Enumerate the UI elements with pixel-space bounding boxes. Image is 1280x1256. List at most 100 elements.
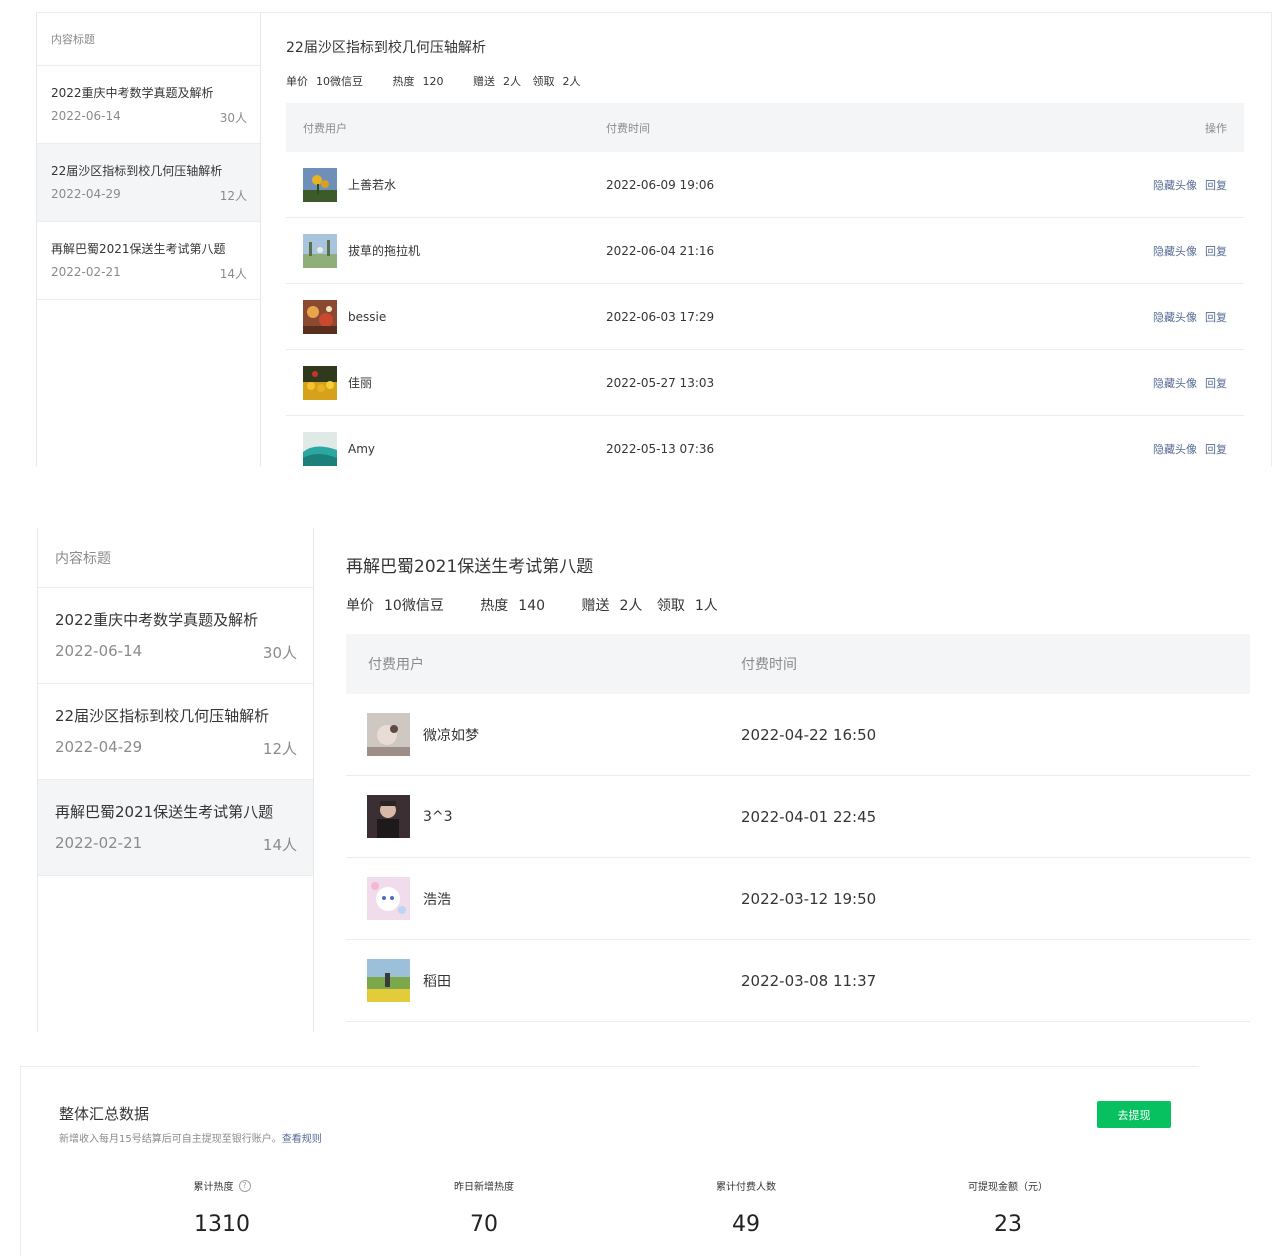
stat-total-payers: 累计付费人数 49 <box>646 1175 846 1237</box>
user-avatar <box>303 167 337 202</box>
hide-avatar-link[interactable]: 隐藏头像 <box>1153 177 1197 193</box>
view-rules-link[interactable]: 查看规则 <box>282 1134 322 1145</box>
paid-list-panel-1: 内容标题 2022重庆中考数学真题及解析 2022-06-14 30人 22届沙… <box>36 12 1272 466</box>
stat-withdrawable: 可提现金额（元） 23 <box>908 1175 1108 1237</box>
table-row: 稻田 2022-03-08 11:37 <box>346 940 1250 1022</box>
paid-time: 2022-06-03 17:29 <box>606 309 715 324</box>
stat-value: 23 <box>994 1212 1022 1237</box>
sidebar-item-chongqing-exam[interactable]: 2022重庆中考数学真题及解析 2022-06-14 30人 <box>38 588 313 684</box>
user-name: 浩浩 <box>423 891 451 908</box>
sidebar-item-date: 2022-02-21 <box>55 833 143 852</box>
content-title: 22届沙区指标到校几何压轴解析 <box>286 40 486 56</box>
reply-link[interactable]: 回复 <box>1205 375 1227 391</box>
sidebar-header: 内容标题 <box>38 528 313 588</box>
paid-time: 2022-03-08 11:37 <box>741 971 877 990</box>
stat-label: 昨日新增热度 <box>454 1182 514 1193</box>
paid-time: 2022-03-12 19:50 <box>741 889 877 908</box>
sidebar-item-title: 22届沙区指标到校几何压轴解析 <box>51 163 223 178</box>
paid-list-panel-2: 内容标题 2022重庆中考数学真题及解析 2022-06-14 30人 22届沙… <box>37 528 1250 1032</box>
sidebar-item-shaqu-geometry[interactable]: 22届沙区指标到校几何压轴解析 2022-04-29 12人 <box>37 144 260 222</box>
summary-description: 新增收入每月15号结算后可自主提现至银行账户。查看规则 <box>59 1130 322 1145</box>
sidebar-item-bashu-exam[interactable]: 再解巴蜀2021保送生考试第八题 2022-02-21 14人 <box>38 780 313 876</box>
table-row: 佳丽 2022-05-27 13:03 隐藏头像 回复 <box>286 350 1244 416</box>
table-row: bessie 2022-06-03 17:29 隐藏头像 回复 <box>286 284 1244 350</box>
gift-label: 赠送 <box>581 598 610 614</box>
hide-avatar-link[interactable]: 隐藏头像 <box>1153 441 1197 457</box>
user-name: 拔草的拖拉机 <box>348 244 421 258</box>
user-name: 上善若水 <box>348 178 397 192</box>
hide-avatar-link[interactable]: 隐藏头像 <box>1153 243 1197 259</box>
table-row: 浩浩 2022-03-12 19:50 <box>346 858 1250 940</box>
table-row: 拔草的拖拉机 2022-06-04 21:16 隐藏头像 回复 <box>286 218 1244 284</box>
withdraw-button[interactable]: 去提现 <box>1097 1101 1171 1128</box>
user-name: 微凉如梦 <box>423 727 479 744</box>
table-row: 3^3 2022-04-01 22:45 <box>346 776 1250 858</box>
user-name: Amy <box>348 441 375 456</box>
user-avatar <box>367 959 410 1002</box>
sidebar-item-count: 12人 <box>219 188 247 203</box>
user-avatar <box>303 365 337 400</box>
sidebar-item-chongqing-exam[interactable]: 2022重庆中考数学真题及解析 2022-06-14 30人 <box>37 66 260 144</box>
reply-link[interactable]: 回复 <box>1205 243 1227 259</box>
table-header: 付费用户 付费时间 操作 <box>286 103 1244 152</box>
hide-avatar-link[interactable]: 隐藏头像 <box>1153 375 1197 391</box>
paid-time: 2022-06-04 21:16 <box>606 243 715 258</box>
column-header-time: 付费时间 <box>741 657 797 673</box>
claim-value: 1人 <box>694 598 718 614</box>
claim-value: 2人 <box>562 75 581 88</box>
stat-label: 累计付费人数 <box>716 1182 776 1193</box>
claim-label: 领取 <box>656 598 685 614</box>
user-avatar <box>303 431 337 466</box>
column-header-ops: 操作 <box>1205 121 1227 135</box>
sidebar-item-title: 再解巴蜀2021保送生考试第八题 <box>55 802 274 821</box>
content-stats: 单价 10微信豆 热度 140 赠送 2人 领取 1人 <box>346 595 1250 615</box>
sidebar-item-count: 30人 <box>219 110 247 125</box>
column-header-user: 付费用户 <box>303 121 347 135</box>
sidebar-item-title: 再解巴蜀2021保送生考试第八题 <box>51 241 226 256</box>
summary-title: 整体汇总数据 <box>59 1105 150 1123</box>
column-header-user: 付费用户 <box>368 657 424 673</box>
user-avatar <box>303 233 337 268</box>
sidebar-item-title: 22届沙区指标到校几何压轴解析 <box>55 706 270 725</box>
reply-link[interactable]: 回复 <box>1205 309 1227 325</box>
reply-link[interactable]: 回复 <box>1205 177 1227 193</box>
gift-label: 赠送 <box>473 75 495 88</box>
sidebar-item-count: 14人 <box>219 266 247 281</box>
price-label: 单价 <box>286 75 308 88</box>
sidebar-item-count: 30人 <box>262 643 297 662</box>
help-icon[interactable]: ? <box>238 1179 251 1192</box>
user-avatar <box>303 299 337 334</box>
table-row: 上善若水 2022-06-09 19:06 隐藏头像 回复 <box>286 152 1244 218</box>
user-name: 佳丽 <box>348 376 373 390</box>
sidebar-item-count: 14人 <box>262 835 297 854</box>
content-sidebar: 内容标题 2022重庆中考数学真题及解析 2022-06-14 30人 22届沙… <box>36 13 261 466</box>
paid-time: 2022-05-27 13:03 <box>606 375 715 390</box>
claim-label: 领取 <box>532 75 555 88</box>
stat-total-heat: 累计热度 ? 1310 <box>122 1175 322 1237</box>
heat-label: 热度 <box>392 75 415 88</box>
sidebar-item-shaqu-geometry[interactable]: 22届沙区指标到校几何压轴解析 2022-04-29 12人 <box>38 684 313 780</box>
heat-value: 120 <box>422 75 444 88</box>
stat-value: 49 <box>732 1212 760 1237</box>
sidebar-item-date: 2022-04-29 <box>51 186 121 201</box>
hide-avatar-link[interactable]: 隐藏头像 <box>1153 309 1197 325</box>
reply-link[interactable]: 回复 <box>1205 441 1227 457</box>
stat-label: 可提现金额（元） <box>968 1182 1048 1193</box>
paid-time: 2022-05-13 07:36 <box>606 441 715 456</box>
price-label: 单价 <box>346 598 374 614</box>
sidebar-header: 内容标题 <box>37 13 260 66</box>
sidebar-item-title: 2022重庆中考数学真题及解析 <box>55 610 259 629</box>
content-stats: 单价 10微信豆 热度 120 赠送 2人 领取 2人 <box>286 73 1244 89</box>
paid-time: 2022-06-09 19:06 <box>606 177 715 192</box>
stat-value: 70 <box>470 1212 498 1237</box>
user-avatar <box>367 877 410 920</box>
stat-yesterday-heat: 昨日新增热度 70 <box>384 1175 584 1237</box>
content-title: 再解巴蜀2021保送生考试第八题 <box>346 557 594 577</box>
content-sidebar: 内容标题 2022重庆中考数学真题及解析 2022-06-14 30人 22届沙… <box>37 528 314 1032</box>
sidebar-item-date: 2022-04-29 <box>55 737 143 756</box>
gift-value: 2人 <box>619 598 643 614</box>
paid-time: 2022-04-22 16:50 <box>741 725 877 744</box>
sidebar-item-bashu-exam[interactable]: 再解巴蜀2021保送生考试第八题 2022-02-21 14人 <box>37 222 260 300</box>
sidebar-item-title: 2022重庆中考数学真题及解析 <box>51 85 214 100</box>
sidebar-item-date: 2022-02-21 <box>51 264 121 279</box>
